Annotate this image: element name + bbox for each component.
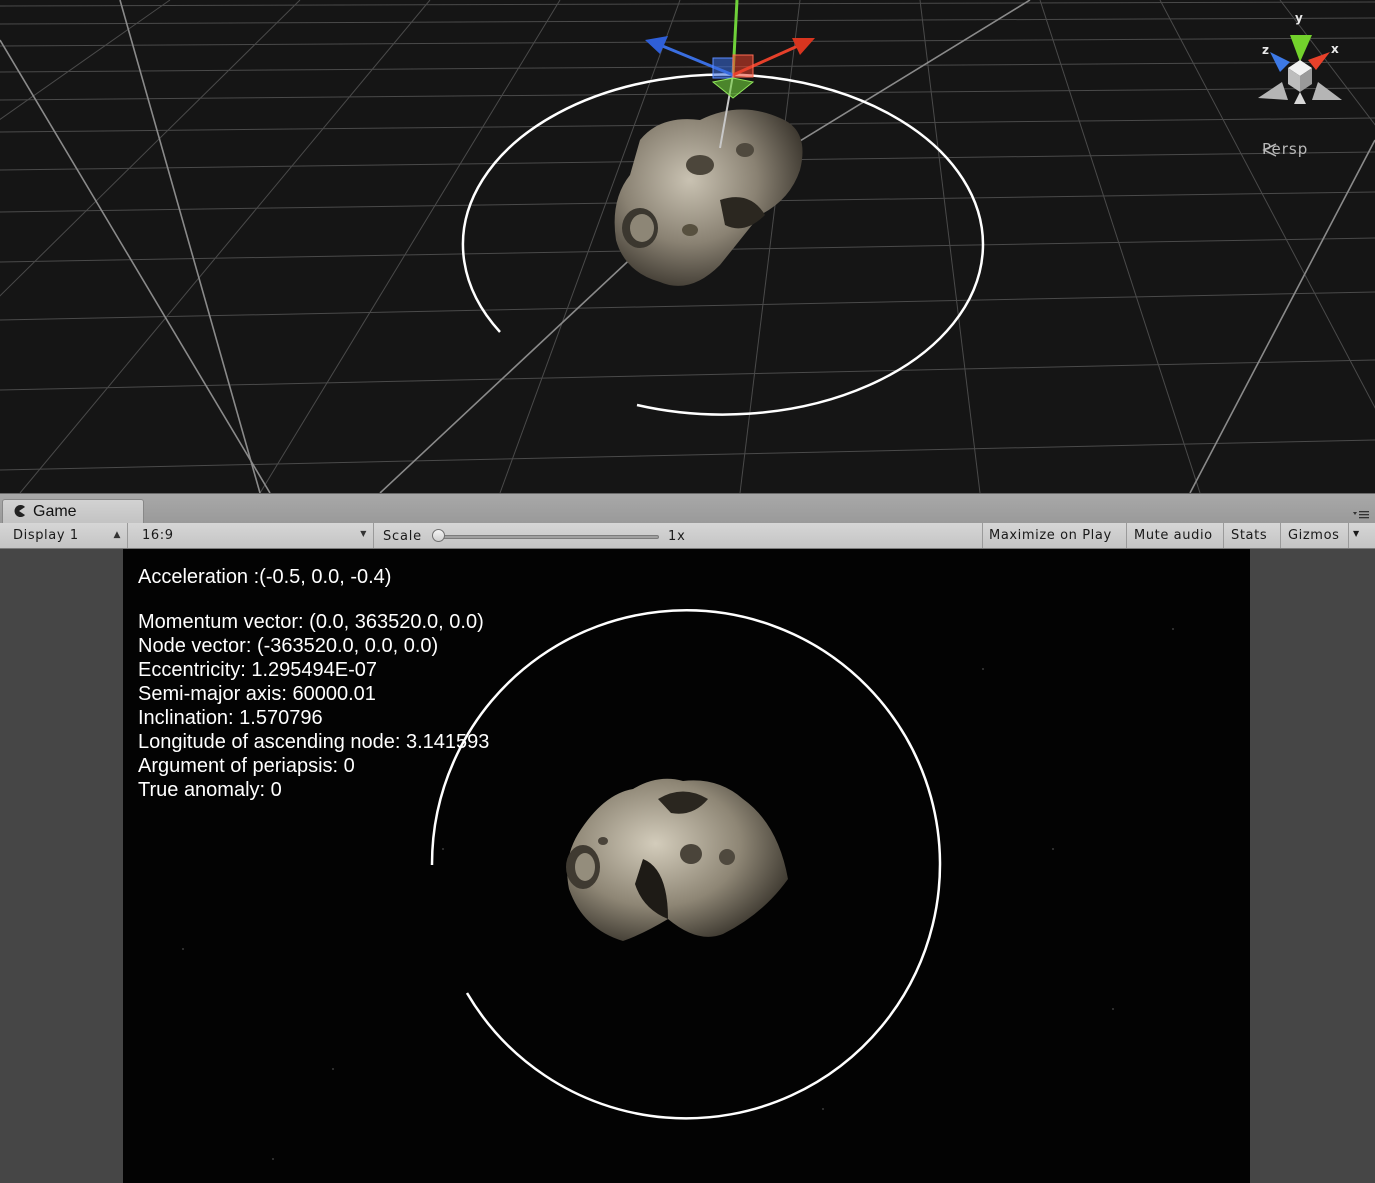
camera-mode-label[interactable]: Persp [1262,140,1308,158]
panel-menu-icon[interactable] [1353,510,1369,520]
chevron-down-icon: ▼ [360,529,367,538]
hud-inclination: Inclination: 1.570796 [138,707,323,729]
game-view-area: Acceleration :(-0.5, 0.0, -0.4) Momentum… [0,549,1375,1183]
aspect-ratio-dropdown[interactable]: 16:9 ▼ [134,523,374,548]
scale-label: Scale [383,529,422,544]
display-dropdown-value: Display 1 [13,528,79,543]
scene-view[interactable]: y x z Persp [0,0,1375,493]
tab-game[interactable]: Game [2,499,144,524]
game-viewport[interactable]: Acceleration :(-0.5, 0.0, -0.4) Momentum… [123,549,1250,1183]
unity-editor: y x z Persp Game Display 1 ▲ 16:9 ▼ Scal… [0,0,1375,1183]
game-tab-label: Game [33,503,77,520]
hud-argument-periapsis: Argument of periapsis: 0 [138,755,355,777]
stats-toggle[interactable]: Stats [1224,523,1281,548]
orientation-gizmo[interactable] [1258,35,1342,104]
game-panel-tabbar: Game [0,493,1375,524]
mute-audio-toggle[interactable]: Mute audio [1127,523,1224,548]
gizmo-y-label: y [1295,11,1303,25]
hud-semi-major-axis: Semi-major axis: 60000.01 [138,683,376,705]
hud-longitude-ascending-node: Longitude of ascending node: 3.141593 [138,731,490,753]
hud-acceleration: Acceleration :(-0.5, 0.0, -0.4) [138,566,392,588]
gizmo-y-cone-icon[interactable] [1290,35,1312,62]
scale-slider-thumb[interactable] [432,529,445,542]
gizmo-z-label: z [1262,43,1269,57]
display-dropdown[interactable]: Display 1 ▲ [5,523,128,548]
gizmo-z-cone-icon[interactable] [1270,52,1290,72]
scale-slider-track[interactable] [439,535,659,539]
updown-arrows-icon: ▲ [113,530,121,540]
aspect-ratio-value: 16:9 [142,528,174,543]
hud-true-anomaly: True anomaly: 0 [138,779,282,801]
scale-value: 1x [668,529,686,544]
gizmo-x-label: x [1331,42,1339,56]
orbit-info-hud: Acceleration :(-0.5, 0.0, -0.4) Momentum… [138,565,489,802]
z-axis-handle-icon[interactable] [645,36,668,54]
game-toolbar: Display 1 ▲ 16:9 ▼ Scale 1x Maximize on … [0,523,1375,549]
hud-momentum-vector: Momentum vector: (0.0, 363520.0, 0.0) [138,611,484,633]
maximize-on-play-toggle[interactable]: Maximize on Play [982,523,1127,548]
gizmos-chevron-down-icon[interactable]: ▼ [1353,523,1359,545]
hud-node-vector: Node vector: (-363520.0, 0.0, 0.0) [138,635,439,657]
hud-eccentricity: Eccentricity: 1.295494E-07 [138,659,378,681]
gizmos-toggle[interactable]: Gizmos [1281,523,1349,548]
scene-asteroid[interactable] [614,109,803,286]
game-asteroid [566,778,788,941]
scene-canvas[interactable] [0,0,1375,493]
pacman-icon [14,505,25,517]
